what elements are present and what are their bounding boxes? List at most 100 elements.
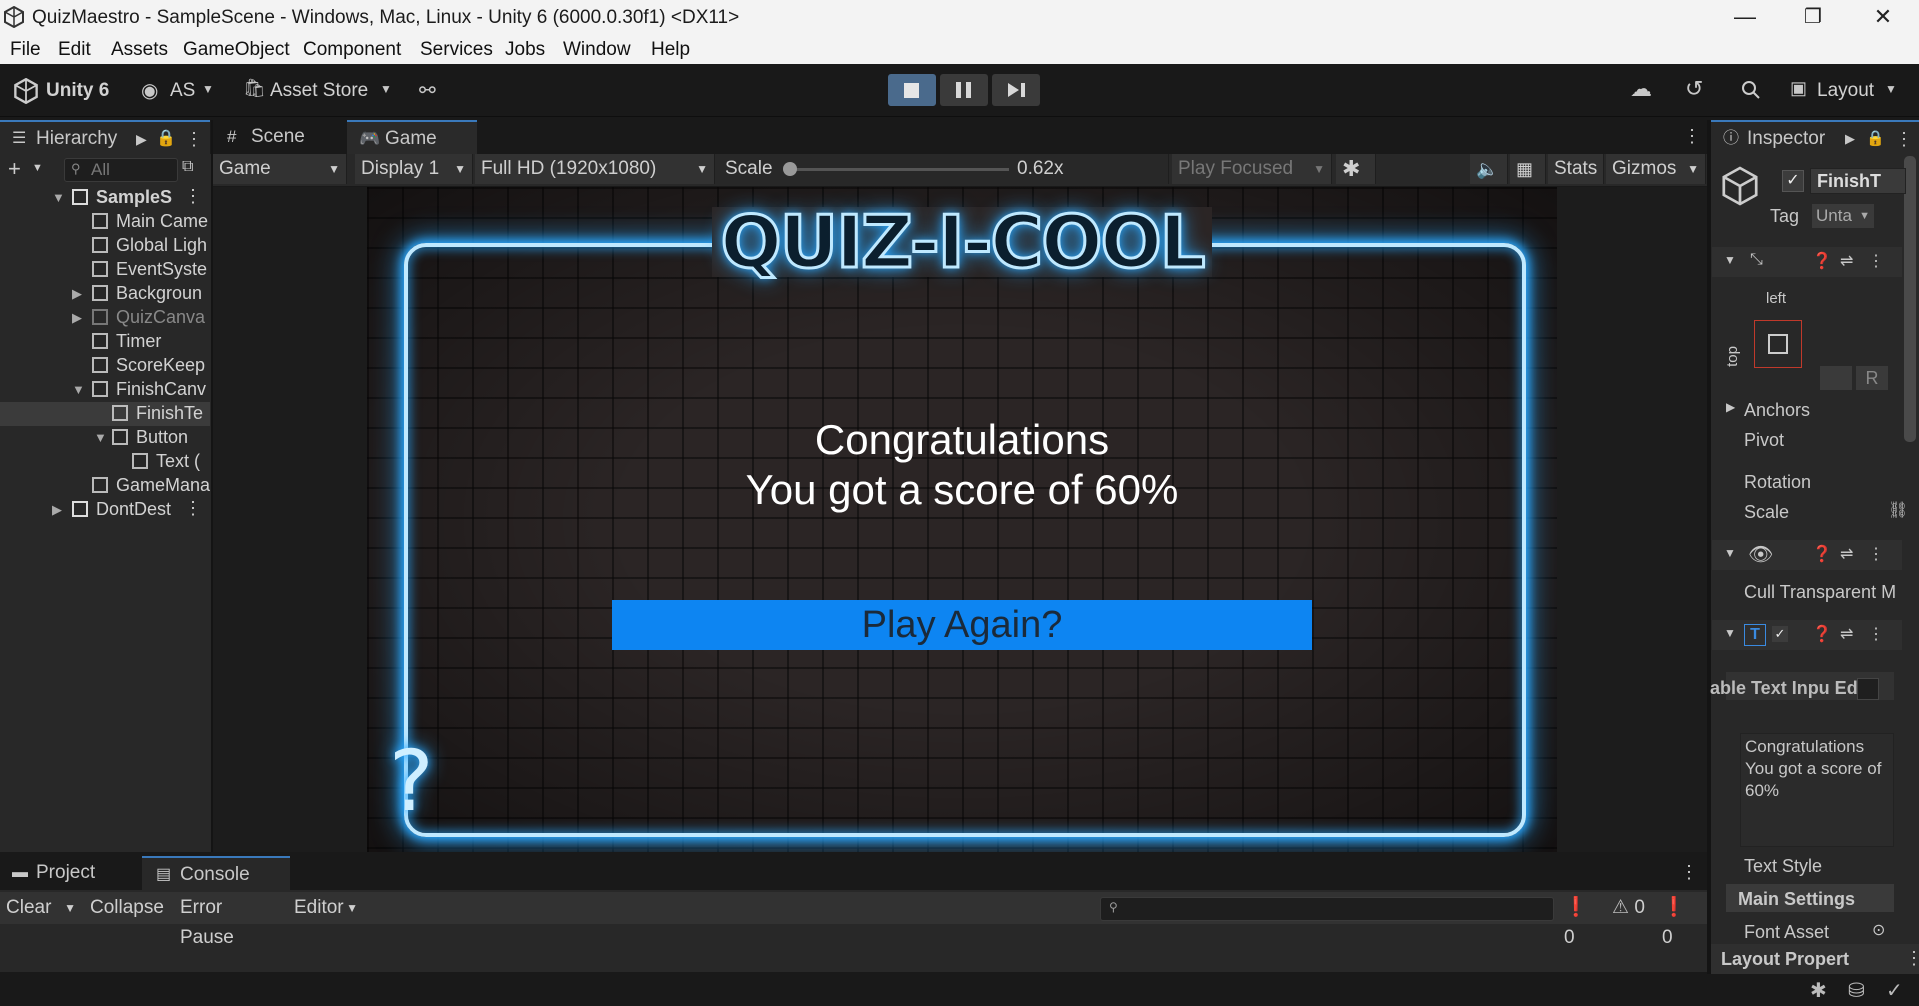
tab-inspector[interactable]: ⓘ Inspector ▶ 🔒 ⋮ <box>1711 120 1919 156</box>
active-checkbox[interactable]: ✓ <box>1782 170 1804 192</box>
more-icon[interactable]: ⋮ <box>1895 122 1913 156</box>
blueprint-mode-button[interactable] <box>1820 366 1852 390</box>
help-icon[interactable]: ❓ <box>1812 624 1832 644</box>
editor-dropdown[interactable]: Editor ▼ <box>288 893 364 923</box>
add-icon[interactable]: + <box>8 156 21 182</box>
game-viewport[interactable]: QUIZ-I-COOL Congratulations You got a sc… <box>367 187 1557 852</box>
object-picker-icon[interactable]: ⊙ <box>1872 920 1885 940</box>
more-icon[interactable]: ⋮ <box>184 498 202 519</box>
account-button[interactable]: AS <box>170 80 195 102</box>
cloud-icon[interactable]: ☁ <box>1630 76 1652 102</box>
layout-properties-header[interactable]: Layout Propert ⋮ <box>1711 944 1919 974</box>
play-again-button[interactable]: Play Again? <box>612 600 1312 650</box>
help-icon[interactable]: ❓ <box>1812 544 1832 564</box>
search-icon[interactable] <box>1741 80 1761 100</box>
list-item[interactable]: ▶ Backgroun <box>0 282 210 306</box>
list-item[interactable]: FinishTe <box>0 402 210 426</box>
collapse-button[interactable]: Collapse <box>84 893 172 923</box>
menu-window[interactable]: Window <box>563 39 631 61</box>
list-item[interactable]: Timer <box>0 330 210 354</box>
tab-hierarchy[interactable]: ☰ Hierarchy ▶ 🔒 ⋮ <box>0 120 210 156</box>
menu-gameobject[interactable]: GameObject <box>183 39 290 61</box>
main-settings-header[interactable]: Main Settings <box>1726 884 1894 912</box>
list-item[interactable]: ▶ DontDest ⋮ <box>0 498 210 522</box>
menu-edit[interactable]: Edit <box>58 39 91 61</box>
menu-jobs[interactable]: Jobs <box>505 39 545 61</box>
error-filter-button[interactable]: ❗ 0 <box>1656 893 1706 948</box>
chevron-right-icon[interactable]: ▶ <box>136 122 147 156</box>
check-icon[interactable]: ✓ <box>1886 978 1903 1003</box>
menu-file[interactable]: File <box>10 39 41 61</box>
minimize-button[interactable]: — <box>1722 2 1768 32</box>
hierarchy-search-input[interactable]: ⚲ All <box>64 158 178 182</box>
slider-thumb[interactable] <box>783 162 797 176</box>
chevron-right-icon[interactable]: ▶ <box>1845 122 1855 156</box>
maximize-button[interactable]: ❐ <box>1790 2 1836 32</box>
more-icon[interactable]: ⋮ <box>185 122 203 156</box>
tag-dropdown[interactable]: Unta ▼ <box>1812 204 1874 228</box>
anchor-presets-button[interactable] <box>1754 320 1802 368</box>
stats-button[interactable]: Stats <box>1548 154 1604 184</box>
cache-server-icon[interactable]: ⛁ <box>1848 978 1865 1003</box>
rect-transform-header[interactable]: ▼ ⤡ ❓ ⇌ ⋮ <box>1712 247 1902 277</box>
menu-assets[interactable]: Assets <box>111 39 168 61</box>
pause-button[interactable] <box>940 74 988 106</box>
presets-icon[interactable]: ⇌ <box>1840 544 1853 564</box>
menu-component[interactable]: Component <box>303 39 401 61</box>
list-item[interactable]: ▶ QuizCanva <box>0 306 210 330</box>
play-focus-dropdown[interactable]: Play Focused ▼ <box>1172 154 1332 184</box>
mute-audio-icon[interactable]: 🔈 <box>1470 154 1508 184</box>
canvas-renderer-header[interactable]: ▼ 👁 ❓ ⇌ ⋮ <box>1712 540 1902 570</box>
more-icon[interactable]: ⋮ <box>1868 251 1884 271</box>
gizmos-dropdown[interactable]: Gizmos ▼ <box>1606 154 1706 184</box>
asset-store-button[interactable]: Asset Store <box>270 80 368 102</box>
enabled-checkbox[interactable]: ✓ <box>1772 626 1788 642</box>
more-icon[interactable]: ⋮ <box>1905 948 1919 969</box>
warning-filter-button[interactable]: ⚠ 0 <box>1606 893 1654 923</box>
grid-icon[interactable]: ▦ <box>1510 154 1546 184</box>
more-icon[interactable]: ⋮ <box>184 186 202 207</box>
debug-icon[interactable]: ✱ <box>1810 978 1827 1003</box>
tab-scene[interactable]: # Scene <box>213 120 343 154</box>
list-item[interactable]: ▼ Button <box>0 426 210 450</box>
play-button[interactable] <box>888 74 936 106</box>
textmeshpro-header[interactable]: ▼ T ✓ ❓ ⇌ ⋮ <box>1712 620 1902 650</box>
list-item[interactable]: ScoreKeep <box>0 354 210 378</box>
history-icon[interactable]: ↺ <box>1685 76 1703 102</box>
more-icon[interactable]: ⋮ <box>1868 624 1884 644</box>
version-control-icon[interactable]: ⚯ <box>419 78 436 103</box>
scrollbar-thumb[interactable] <box>1904 156 1916 442</box>
object-name-field[interactable]: FinishT <box>1810 168 1906 194</box>
scale-slider[interactable]: Scale 0.62x <box>719 154 1169 184</box>
list-item[interactable]: ▼ SampleS ⋮ <box>0 186 210 210</box>
tab-project[interactable]: ▬ Project <box>0 856 140 890</box>
more-icon[interactable]: ⋮ <box>1683 126 1701 147</box>
close-button[interactable]: ✕ <box>1860 2 1906 32</box>
presets-icon[interactable]: ⇌ <box>1840 251 1853 271</box>
more-icon[interactable]: ⋮ <box>1868 544 1884 564</box>
chevron-down-icon[interactable]: ▼ <box>32 162 43 174</box>
display-dropdown[interactable]: Display 1 ▼ <box>355 154 473 184</box>
raw-edit-button[interactable]: R <box>1856 366 1888 390</box>
list-item[interactable]: Text ( <box>0 450 210 474</box>
bug-icon[interactable]: ✱ <box>1336 154 1376 184</box>
lock-icon[interactable]: 🔒 <box>156 122 176 156</box>
error-pause-button[interactable]: Error Pause <box>174 893 286 948</box>
anchors-label[interactable]: Anchors <box>1744 400 1810 421</box>
console-search-input[interactable]: ⚲ <box>1100 897 1554 921</box>
unity-version-button[interactable]: Unity 6 <box>46 80 109 102</box>
presets-icon[interactable]: ⇌ <box>1840 624 1853 644</box>
text-input-field[interactable]: Congratulations You got a score of 60% <box>1740 733 1894 847</box>
menu-help[interactable]: Help <box>651 39 690 61</box>
rtl-checkbox[interactable] <box>1857 678 1879 700</box>
clear-button[interactable]: Clear ▼ <box>0 893 82 923</box>
list-item[interactable]: GameMana <box>0 474 210 498</box>
game-mode-dropdown[interactable]: Game ▼ <box>213 154 347 184</box>
expand-icon[interactable]: ⧉ <box>182 158 193 176</box>
layout-button[interactable]: Layout <box>1817 80 1874 102</box>
link-icon[interactable]: ⛓ <box>1888 500 1908 520</box>
chevron-right-icon[interactable]: ▶ <box>1726 400 1735 414</box>
info-filter-button[interactable]: ❗ 0 <box>1558 893 1604 948</box>
list-item[interactable]: ▼ FinishCanv <box>0 378 210 402</box>
menu-services[interactable]: Services <box>420 39 493 61</box>
